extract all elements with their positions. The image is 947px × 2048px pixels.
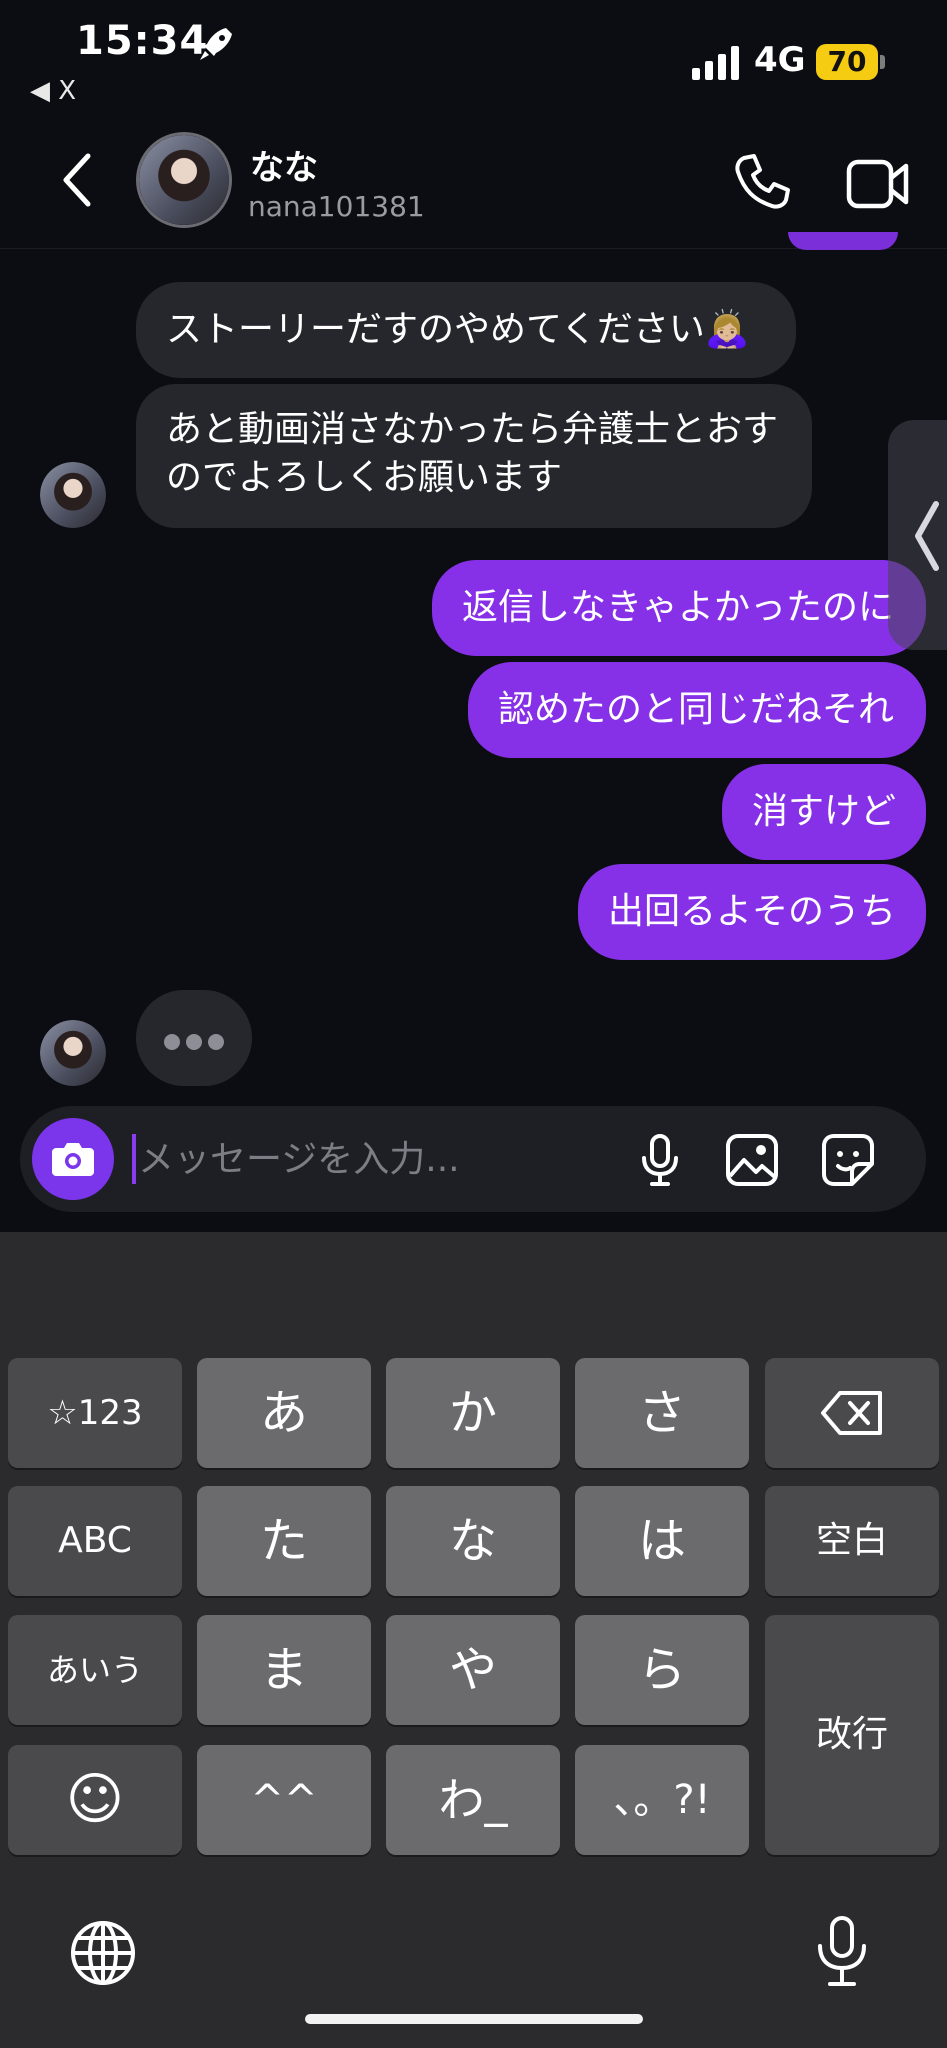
message-input[interactable] [138,1118,588,1200]
previous-message-edge [788,232,898,250]
battery-tip [880,55,885,69]
outgoing-message[interactable]: 出回るよそのうち [578,864,926,960]
typing-dot [186,1034,202,1050]
battery-indicator: 70 [816,44,878,80]
key-kaomoji[interactable]: ^^ [197,1745,371,1855]
key-wa[interactable]: わ_ [386,1745,560,1855]
phone-call-icon[interactable] [730,150,794,214]
key-abc[interactable]: ABC [8,1486,182,1596]
outgoing-message[interactable]: 認めたのと同じだねそれ [468,662,926,758]
dictation-mic-icon[interactable] [812,1914,872,1990]
key-ka[interactable]: か [386,1358,560,1468]
sender-avatar[interactable] [40,462,106,528]
typing-dot [208,1034,224,1050]
side-panel-handle[interactable] [888,420,947,650]
key-ra[interactable]: ら [575,1615,749,1725]
typing-dot [164,1034,180,1050]
network-type: 4G [754,40,806,80]
key-punctuation[interactable]: 、。?! [575,1745,749,1855]
globe-icon[interactable] [68,1918,138,1988]
text-cursor [132,1134,136,1184]
incoming-message[interactable]: ストーリーだすのやめてください🙇🏼‍♀️ [136,282,796,378]
contact-avatar[interactable] [136,132,232,228]
backspace-icon [821,1391,882,1435]
microphone-icon[interactable] [632,1132,688,1188]
key-ma[interactable]: ま [197,1615,371,1725]
key-backspace[interactable] [765,1358,939,1468]
key-ya[interactable]: や [386,1615,560,1725]
key-na[interactable]: な [386,1486,560,1596]
key-emoji[interactable]: ☺ [8,1745,182,1855]
video-call-icon[interactable] [846,154,910,214]
outgoing-message[interactable]: 消すけど [722,764,926,860]
camera-button[interactable] [32,1118,114,1200]
contact-username[interactable]: nana101381 [248,190,425,223]
key-ha[interactable]: は [575,1486,749,1596]
incoming-message[interactable]: あと動画消さなかったら弁護士とおすのでよろしくお願います [136,384,812,528]
key-a[interactable]: あ [197,1358,371,1468]
back-arrow-icon[interactable] [56,150,96,210]
key-numbers[interactable]: ☆123 [8,1358,182,1468]
back-to-app-link[interactable]: ◀ X [30,76,76,106]
key-space[interactable]: 空白 [765,1486,939,1596]
home-indicator[interactable] [305,2014,643,2024]
outgoing-message[interactable]: 返信しなきゃよかったのに [432,560,926,656]
key-return[interactable]: 改行 [765,1615,939,1855]
camera-icon [52,1143,94,1176]
rocket-icon [200,28,232,60]
key-sa[interactable]: さ [575,1358,749,1468]
key-ta[interactable]: た [197,1486,371,1596]
contact-name[interactable]: なな [250,140,318,189]
gallery-icon[interactable] [724,1132,780,1188]
sender-avatar[interactable] [40,1020,106,1086]
chevron-left-icon [915,501,939,571]
sticker-icon[interactable] [820,1132,876,1188]
cellular-signal-icon [692,46,739,80]
key-kana-mode[interactable]: あいう [8,1615,182,1725]
status-time: 15:34 [76,18,209,64]
